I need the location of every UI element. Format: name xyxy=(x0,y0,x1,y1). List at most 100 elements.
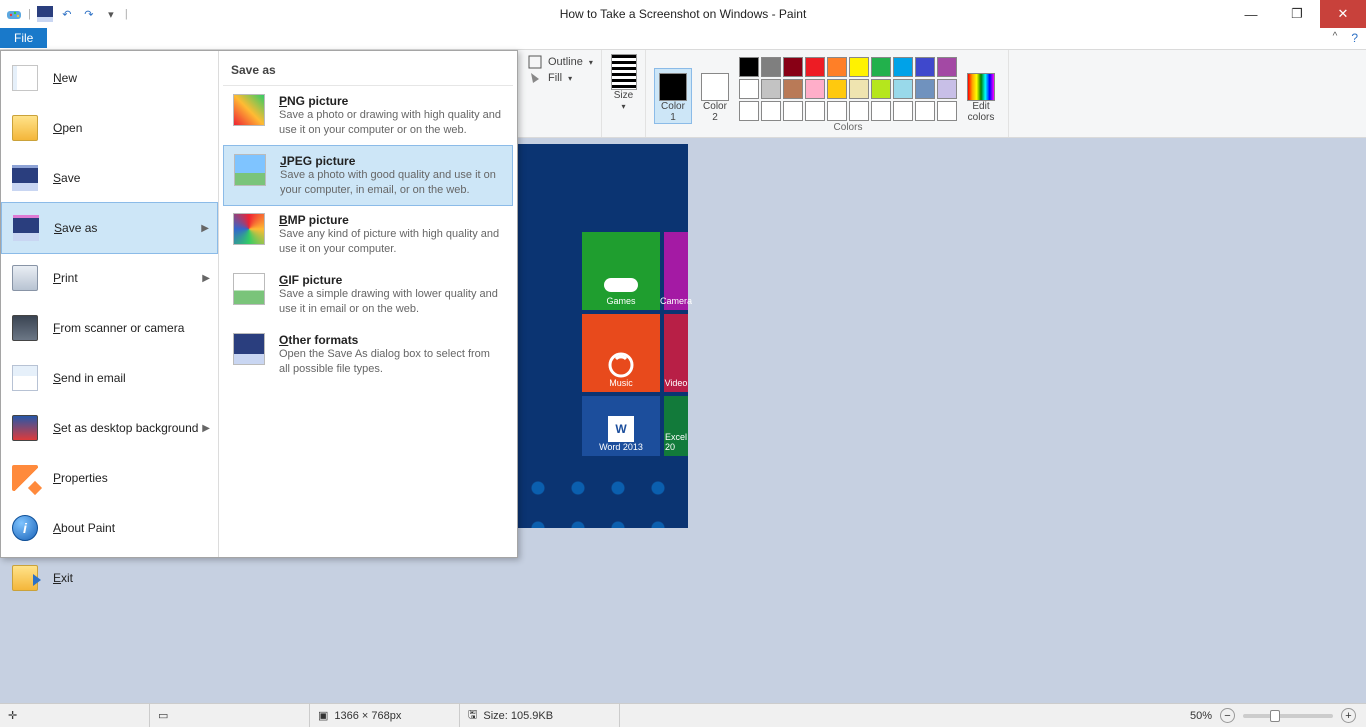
file-menu-item-exit[interactable]: Exit xyxy=(1,553,218,603)
palette-swatch[interactable] xyxy=(783,101,803,121)
file-menu-item-properties[interactable]: Properties xyxy=(1,453,218,503)
palette-swatch[interactable] xyxy=(827,79,847,99)
file-menu-item-send-in-email[interactable]: Send in email xyxy=(1,353,218,403)
save-icon[interactable] xyxy=(37,6,53,22)
palette-swatch[interactable] xyxy=(937,101,957,121)
palette-swatch[interactable] xyxy=(783,57,803,77)
file-menu-item-label: Properties xyxy=(53,471,108,485)
palette-swatch[interactable] xyxy=(871,57,891,77)
file-menu-item-from-scanner-or-camera[interactable]: From scanner or camera xyxy=(1,303,218,353)
file-menu-item-new[interactable]: New xyxy=(1,53,218,103)
palette-swatch[interactable] xyxy=(937,79,957,99)
paint-icon xyxy=(6,6,22,22)
palette-swatch[interactable] xyxy=(893,57,913,77)
file-menu-item-label: Open xyxy=(53,121,82,135)
saveas-item-gif-picture[interactable]: GIF pictureSave a simple drawing with lo… xyxy=(223,265,513,325)
saveas-item-desc: Save a simple drawing with lower quality… xyxy=(279,287,503,317)
about-paint-icon: i xyxy=(11,514,39,542)
palette-swatch[interactable] xyxy=(805,79,825,99)
saveas-item-bmp-picture[interactable]: BMP pictureSave any kind of picture with… xyxy=(223,205,513,265)
color-2-button[interactable]: Color 2 xyxy=(696,68,734,124)
saveas-item-png-picture[interactable]: PNG pictureSave a photo or drawing with … xyxy=(223,86,513,146)
file-menu-item-label: New xyxy=(53,71,77,85)
file-menu-item-label: Print xyxy=(53,271,78,285)
palette-swatch[interactable] xyxy=(739,79,759,99)
saveas-format-icon xyxy=(234,154,266,186)
saveas-format-icon xyxy=(233,273,265,305)
file-size-cell: 🖫Size: 105.9KB xyxy=(460,704,620,727)
tile-word: WWord 2013 xyxy=(582,396,660,456)
palette-swatch[interactable] xyxy=(849,101,869,121)
palette-swatch[interactable] xyxy=(805,101,825,121)
zoom-level: 50% xyxy=(1190,710,1212,722)
file-menu-item-save-as[interactable]: Save as▶ xyxy=(1,202,218,254)
qat-customize-icon[interactable]: ▾ xyxy=(103,6,119,22)
palette-swatch[interactable] xyxy=(739,57,759,77)
palette-swatch[interactable] xyxy=(849,57,869,77)
file-menu: New Open SaveSave as▶Print▶From scanner or… xyxy=(0,50,518,558)
fill-dropdown[interactable]: Fill▾ xyxy=(528,70,572,86)
zoom-in-button[interactable]: + xyxy=(1341,708,1356,723)
palette-swatch[interactable] xyxy=(937,57,957,77)
palette-swatch[interactable] xyxy=(761,101,781,121)
colors-group: Color 1 Color 2 Colors Edit colors xyxy=(646,50,1009,137)
color-1-button[interactable]: Color 1 xyxy=(654,68,692,124)
close-button[interactable]: ✕ xyxy=(1320,0,1366,28)
palette-swatch[interactable] xyxy=(871,101,891,121)
image-dimensions: 1366 × 768px xyxy=(334,710,401,722)
color-1-swatch xyxy=(659,73,687,101)
zoom-controls: 50% − + xyxy=(1180,708,1366,723)
set-as-desktop-background-icon xyxy=(11,414,39,442)
zoom-slider[interactable] xyxy=(1243,714,1333,718)
saveas-item-desc: Save any kind of picture with high quali… xyxy=(279,227,503,257)
size-button-icon[interactable] xyxy=(611,54,637,90)
color-palette xyxy=(738,56,958,122)
saveas-item-title: GIF picture xyxy=(279,273,503,287)
file-menu-item-set-as-desktop-background[interactable]: Set as desktop background▶ xyxy=(1,403,218,453)
maximize-button[interactable]: ❐ xyxy=(1274,0,1320,28)
palette-swatch[interactable] xyxy=(739,101,759,121)
palette-swatch[interactable] xyxy=(805,57,825,77)
new-icon xyxy=(11,64,39,92)
collapse-ribbon-icon[interactable]: ^ xyxy=(1327,28,1344,45)
save-as-icon xyxy=(12,214,40,242)
zoom-out-button[interactable]: − xyxy=(1220,708,1235,723)
palette-swatch[interactable] xyxy=(827,57,847,77)
saveas-item-other-formats[interactable]: Other formatsOpen the Save As dialog box… xyxy=(223,325,513,385)
file-menu-item-save[interactable]: Save xyxy=(1,153,218,203)
palette-swatch[interactable] xyxy=(915,101,935,121)
palette-swatch[interactable] xyxy=(893,101,913,121)
palette-swatch[interactable] xyxy=(915,79,935,99)
palette-swatch[interactable] xyxy=(871,79,891,99)
redo-icon[interactable]: ↷ xyxy=(81,6,97,22)
file-menu-item-about-paint[interactable]: i About Paint xyxy=(1,503,218,553)
undo-icon[interactable]: ↶ xyxy=(59,6,75,22)
saveas-format-icon xyxy=(233,94,265,126)
file-menu-item-open[interactable]: Open xyxy=(1,103,218,153)
palette-swatch[interactable] xyxy=(893,79,913,99)
file-menu-item-label: About Paint xyxy=(53,521,115,535)
from-scanner-or-camera-icon xyxy=(11,314,39,342)
saveas-item-title: PNG picture xyxy=(279,94,503,108)
file-tab[interactable]: File xyxy=(0,28,47,48)
palette-swatch[interactable] xyxy=(849,79,869,99)
saveas-item-desc: Open the Save As dialog box to select fr… xyxy=(279,347,503,377)
palette-swatch[interactable] xyxy=(915,57,935,77)
help-icon[interactable]: ? xyxy=(1343,28,1366,48)
saveas-item-jpeg-picture[interactable]: JPEG pictureSave a photo with good quali… xyxy=(223,145,513,207)
tile-music: Music xyxy=(582,314,660,392)
selection-icon: ▭ xyxy=(158,709,168,722)
palette-swatch[interactable] xyxy=(827,101,847,121)
file-menu-item-label: Set as desktop background xyxy=(53,421,198,435)
edit-colors-button[interactable]: Edit colors xyxy=(962,68,1000,124)
palette-swatch[interactable] xyxy=(761,57,781,77)
file-menu-item-print[interactable]: Print▶ xyxy=(1,253,218,303)
palette-swatch[interactable] xyxy=(761,79,781,99)
palette-swatch[interactable] xyxy=(783,79,803,99)
saveas-item-desc: Save a photo or drawing with high qualit… xyxy=(279,108,503,138)
minimize-button[interactable]: — xyxy=(1228,0,1274,28)
outline-dropdown[interactable]: Outline▾ xyxy=(528,54,593,70)
title-bar: | ↶ ↷ ▾ | How to Take a Screenshot on Wi… xyxy=(0,0,1366,28)
saveas-format-icon xyxy=(233,333,265,365)
size-label[interactable]: Size xyxy=(614,90,633,101)
